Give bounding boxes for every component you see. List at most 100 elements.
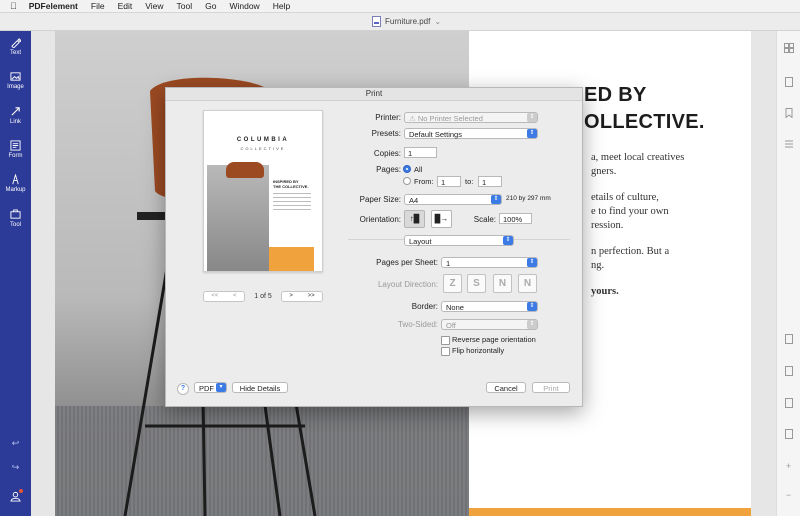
two-sided-label: Two-Sided:	[397, 320, 438, 329]
left-toolbar: Text Image Link Form Markup Tool ↩ ↪	[0, 31, 31, 516]
pages-from-label: From:	[414, 177, 434, 186]
link-icon	[10, 106, 21, 117]
next-page-button[interactable]: >	[289, 293, 293, 299]
flip-horizontally-label: Flip horizontally	[452, 346, 505, 355]
pages-range-radio[interactable]	[403, 177, 411, 185]
menu-bar:  PDFelement File Edit View Tool Go Wind…	[0, 0, 800, 13]
tool-text[interactable]: Text	[0, 37, 31, 56]
properties-icon[interactable]	[783, 334, 794, 345]
chevron-updown-icon: ⇕	[527, 320, 537, 329]
image-icon	[10, 71, 21, 82]
printer-value: No Printer Selected	[417, 114, 483, 123]
tool-tool[interactable]: Tool	[0, 209, 31, 228]
preview-navigation: << < 1 of 5 > >>	[203, 290, 323, 302]
tool-text-label: Text	[9, 50, 21, 56]
last-page-button[interactable]: >>	[308, 293, 315, 299]
print-button[interactable]: Print	[532, 382, 570, 393]
comment-list-icon[interactable]	[783, 139, 794, 150]
preview-photo	[207, 165, 269, 271]
cancel-button[interactable]: Cancel	[486, 382, 526, 393]
preview-next-last-buttons[interactable]: > >>	[280, 290, 323, 302]
tool-tool-label: Tool	[9, 222, 21, 228]
tool-markup[interactable]: Markup	[0, 173, 31, 193]
chevron-updown-icon: ⇕	[491, 195, 501, 204]
scale-input[interactable]: 100%	[499, 213, 532, 224]
prev-page-button[interactable]: <	[233, 293, 237, 299]
page-accent-bar	[469, 508, 751, 516]
window-title-bar: Furniture.pdf ⌄	[0, 13, 800, 31]
menu-view[interactable]: View	[145, 1, 163, 11]
tool-link-label: Link	[9, 119, 21, 125]
border-select[interactable]: None ⇕	[441, 301, 538, 312]
bookmark-icon[interactable]	[783, 108, 794, 119]
pages-all-radio[interactable]	[403, 165, 411, 173]
landscape-orientation-button[interactable]: █→	[431, 210, 452, 228]
section-select[interactable]: Layout ⇕	[404, 235, 514, 246]
menu-edit[interactable]: Edit	[118, 1, 133, 11]
layout-z-icon: Z	[443, 274, 462, 293]
preview-chair	[226, 162, 264, 178]
right-panel: + −	[776, 31, 800, 516]
pages-to-input[interactable]: 1	[478, 176, 502, 187]
hide-details-button[interactable]: Hide Details	[232, 382, 288, 393]
page-headline-1: ED BY	[584, 84, 647, 106]
preview-brand-sub: COLLECTIVE	[240, 146, 286, 151]
attachment-icon[interactable]	[783, 366, 794, 377]
preview-heading: INSPIRED BY THE COLLECTIVE.	[273, 179, 309, 189]
markup-icon	[10, 173, 21, 185]
presets-select[interactable]: Default Settings ⇕	[404, 128, 538, 139]
zoom-in-icon[interactable]: +	[783, 461, 794, 472]
print-preview: COLUMBIA COLLECTIVE INSPIRED BY THE COLL…	[203, 110, 323, 272]
tool-image-label: Image	[7, 84, 24, 90]
pages-all-label: All	[414, 165, 423, 174]
document-title-text: Furniture.pdf	[385, 17, 431, 26]
pdf-file-icon	[372, 16, 381, 27]
signature-icon[interactable]	[783, 398, 794, 409]
pdf-menu-button[interactable]: PDF ▾	[194, 382, 227, 393]
thumbnails-icon[interactable]	[783, 43, 794, 54]
zoom-out-icon[interactable]: −	[783, 490, 794, 501]
tool-link[interactable]: Link	[0, 106, 31, 125]
printer-select[interactable]: ⚠ No Printer Selected ⇕	[404, 112, 538, 123]
text-edit-icon	[10, 37, 22, 49]
landscape-icon: █→	[434, 214, 449, 223]
orientation-label: Orientation:	[359, 215, 401, 224]
body-line: etails of culture,	[591, 192, 659, 203]
undo-icon[interactable]: ↩	[0, 438, 31, 449]
reverse-orientation-checkbox[interactable]	[441, 336, 450, 345]
copies-input[interactable]: 1	[404, 147, 437, 158]
tool-image[interactable]: Image	[0, 71, 31, 90]
copies-label: Copies:	[373, 149, 401, 158]
page-icon[interactable]	[783, 77, 794, 88]
help-button[interactable]: ?	[177, 383, 189, 395]
apple-icon[interactable]: 	[10, 1, 17, 11]
menu-help[interactable]: Help	[273, 1, 290, 11]
two-sided-select[interactable]: Off ⇕	[441, 319, 538, 330]
menu-app-name[interactable]: PDFelement	[29, 1, 78, 11]
paper-size-select[interactable]: A4 ⇕	[404, 194, 502, 205]
redo-icon[interactable]: ↪	[0, 462, 31, 473]
chevron-down-icon[interactable]: ⌄	[434, 17, 441, 26]
image-panel-icon[interactable]	[783, 429, 794, 440]
tool-form[interactable]: Form	[0, 140, 31, 159]
menu-window[interactable]: Window	[229, 1, 259, 11]
menu-file[interactable]: File	[91, 1, 105, 11]
portrait-orientation-button[interactable]: ↑█	[404, 210, 425, 228]
tool-form-label: Form	[8, 153, 23, 159]
menu-go[interactable]: Go	[205, 1, 216, 11]
flip-horizontally-checkbox[interactable]	[441, 347, 450, 356]
chevron-updown-icon: ⇕	[503, 236, 513, 245]
warning-icon: ⚠	[409, 114, 416, 123]
body-line: yours.	[591, 286, 619, 297]
menu-tool[interactable]: Tool	[177, 1, 193, 11]
preview-text-lines	[273, 193, 311, 213]
preview-first-prev-buttons[interactable]: << <	[203, 290, 245, 302]
paper-size-value: A4	[409, 196, 419, 205]
pages-from-input[interactable]: 1	[437, 176, 461, 187]
user-icon[interactable]	[0, 491, 31, 504]
printer-label: Printer:	[375, 113, 401, 122]
pages-per-sheet-select[interactable]: 1 ⇕	[441, 257, 538, 268]
first-page-button[interactable]: <<	[211, 293, 218, 299]
document-title[interactable]: Furniture.pdf ⌄	[372, 16, 441, 27]
tool-markup-label: Markup	[5, 187, 26, 193]
